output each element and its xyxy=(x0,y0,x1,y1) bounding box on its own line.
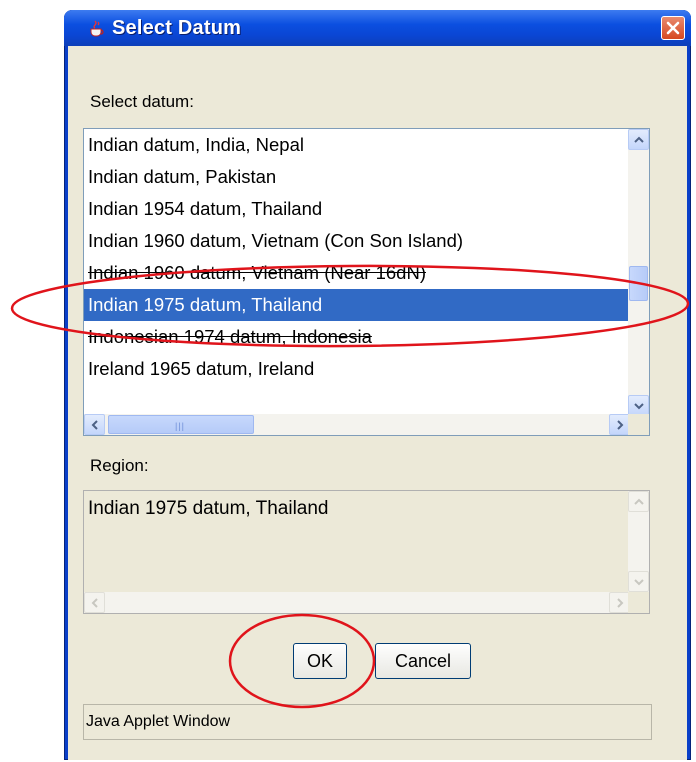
scroll-right-button[interactable] xyxy=(609,414,630,435)
region-scroll-right-button[interactable] xyxy=(609,592,630,613)
region-horizontal-scrollbar[interactable] xyxy=(84,592,630,613)
region-vertical-scrollbar[interactable] xyxy=(628,491,649,592)
chevron-down-icon xyxy=(634,579,644,586)
chevron-down-icon xyxy=(634,403,644,410)
list-item[interactable]: Indian 1960 datum, Vietnam (Near 16dN) xyxy=(84,257,630,289)
list-item[interactable]: Indonesian 1974 datum, Indonesia xyxy=(84,321,630,353)
region-label: Region: xyxy=(90,456,149,475)
list-vertical-scrollbar[interactable] xyxy=(628,129,649,416)
region-textarea[interactable]: Indian 1975 datum, Thailand xyxy=(83,490,650,614)
scroll-up-button[interactable] xyxy=(628,129,649,150)
list-item-selected[interactable]: Indian 1975 datum, Thailand xyxy=(84,289,630,321)
close-button[interactable] xyxy=(661,16,685,40)
chevron-left-icon xyxy=(91,598,98,608)
scroll-corner xyxy=(628,592,649,613)
scroll-down-button[interactable] xyxy=(628,395,649,416)
scroll-corner xyxy=(628,414,649,435)
datum-list[interactable]: Indian datum, India, Nepal Indian datum,… xyxy=(83,128,650,436)
select-datum-label: Select datum: xyxy=(90,92,194,111)
region-scroll-up-button[interactable] xyxy=(628,491,649,512)
title-bar[interactable]: Select Datum xyxy=(64,10,691,46)
list-item[interactable]: Ireland 1965 datum, Ireland xyxy=(84,353,630,385)
list-item[interactable]: Indian datum, Pakistan xyxy=(84,161,630,193)
list-horizontal-scrollbar[interactable]: ||| xyxy=(84,414,630,435)
chevron-right-icon xyxy=(617,420,624,430)
window-title: Select Datum xyxy=(112,17,242,39)
scroll-left-button[interactable] xyxy=(84,414,105,435)
cancel-button[interactable]: Cancel xyxy=(375,643,471,679)
chevron-up-icon xyxy=(634,136,644,143)
region-text: Indian 1975 datum, Thailand xyxy=(88,498,329,519)
list-item[interactable]: Indian datum, India, Nepal xyxy=(84,129,630,161)
status-bar: Java Applet Window xyxy=(83,704,652,740)
region-scroll-down-button[interactable] xyxy=(628,571,649,592)
region-scroll-left-button[interactable] xyxy=(84,592,105,613)
java-cup-icon xyxy=(90,20,104,37)
ok-button[interactable]: OK xyxy=(293,643,347,679)
chevron-left-icon xyxy=(91,420,98,430)
close-icon xyxy=(666,21,680,35)
list-item[interactable]: Indian 1954 datum, Thailand xyxy=(84,193,630,225)
horizontal-scroll-thumb[interactable]: ||| xyxy=(108,415,254,434)
thumb-grip: ||| xyxy=(175,421,186,431)
vertical-scroll-thumb[interactable] xyxy=(629,265,648,301)
status-text: Java Applet Window xyxy=(86,713,231,730)
list-item[interactable]: Indian 1960 datum, Vietnam (Con Son Isla… xyxy=(84,225,630,257)
chevron-right-icon xyxy=(617,598,624,608)
chevron-up-icon xyxy=(634,498,644,505)
